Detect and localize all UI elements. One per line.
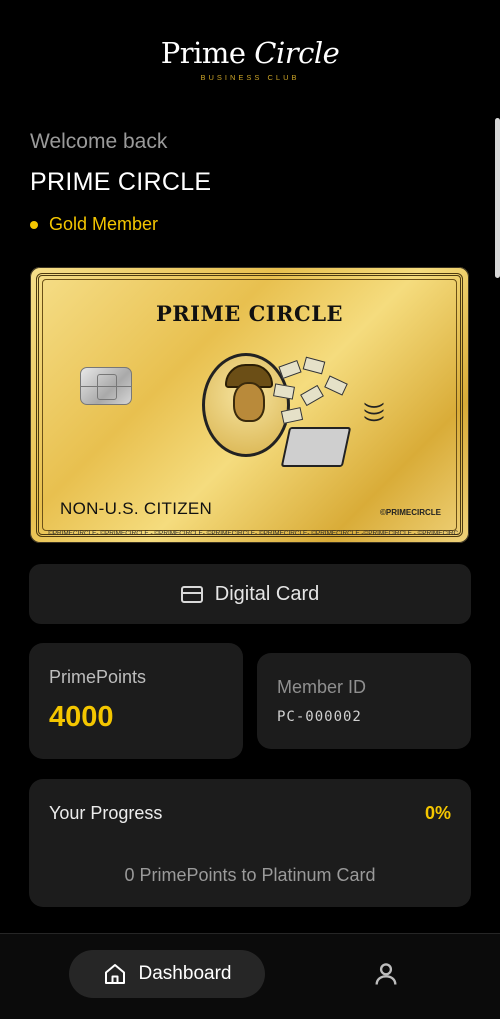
brand-name-regular: Prime xyxy=(160,36,246,70)
primepoints-panel: PrimePoints 4000 xyxy=(29,643,243,759)
home-icon xyxy=(104,964,125,984)
membership-tier: Gold Member xyxy=(30,214,158,235)
tier-dot-icon xyxy=(30,220,38,229)
progress-panel: Your Progress 0% 0 PrimePoints to Platin… xyxy=(29,779,471,907)
card-watermark-strip: ©PRIMECIRCLE- ©PRIMECIRCLE - ©PRIMECIRCL… xyxy=(48,530,458,537)
scrollbar[interactable] xyxy=(495,118,500,278)
progress-percent: 0% xyxy=(424,803,451,823)
card-holder-text: NON-U.S. CITIZEN xyxy=(60,499,213,518)
primepoints-value: 4000 xyxy=(49,701,114,733)
brand-tagline: BUSINESS CLUB xyxy=(200,73,300,82)
primepoints-label: PrimePoints xyxy=(49,667,147,687)
bottom-navigation: Dashboard xyxy=(0,933,500,1019)
nav-dashboard-label: Dashboard xyxy=(138,963,232,984)
welcome-text: Welcome back xyxy=(30,130,168,153)
chip-icon xyxy=(80,367,132,405)
member-id-value: PC-000002 xyxy=(277,709,362,725)
brand-name-italic: Circle xyxy=(254,36,340,70)
tier-label: Gold Member xyxy=(49,214,159,234)
membership-card[interactable]: PRIME CIRCLE ))) NON-U.S. CITIZEN ©PRIME… xyxy=(30,267,469,543)
member-id-panel: Member ID PC-000002 xyxy=(257,653,471,749)
credit-card-icon xyxy=(180,585,203,603)
progress-label: Your Progress xyxy=(49,803,163,823)
digital-card-button[interactable]: Digital Card xyxy=(29,564,471,624)
face-shape xyxy=(233,382,265,422)
card-handle: ©PRIMECIRCLE xyxy=(379,508,441,517)
gladiator-illustration xyxy=(202,353,290,457)
username: PRIME CIRCLE xyxy=(30,168,212,196)
brand-logo: Prime Circle BUSINESS CLUB xyxy=(0,36,500,82)
laptop-icon xyxy=(280,427,352,467)
card-title: PRIME CIRCLE xyxy=(155,301,344,326)
member-id-label: Member ID xyxy=(277,677,367,697)
brand-name: Prime Circle xyxy=(0,36,500,70)
progress-note: 0 PrimePoints to Platinum Card xyxy=(124,865,376,885)
digital-card-label: Digital Card xyxy=(214,582,320,605)
nav-dashboard-button[interactable]: Dashboard xyxy=(69,950,265,998)
contactless-icon: ))) xyxy=(363,402,386,423)
user-icon[interactable] xyxy=(372,960,400,988)
